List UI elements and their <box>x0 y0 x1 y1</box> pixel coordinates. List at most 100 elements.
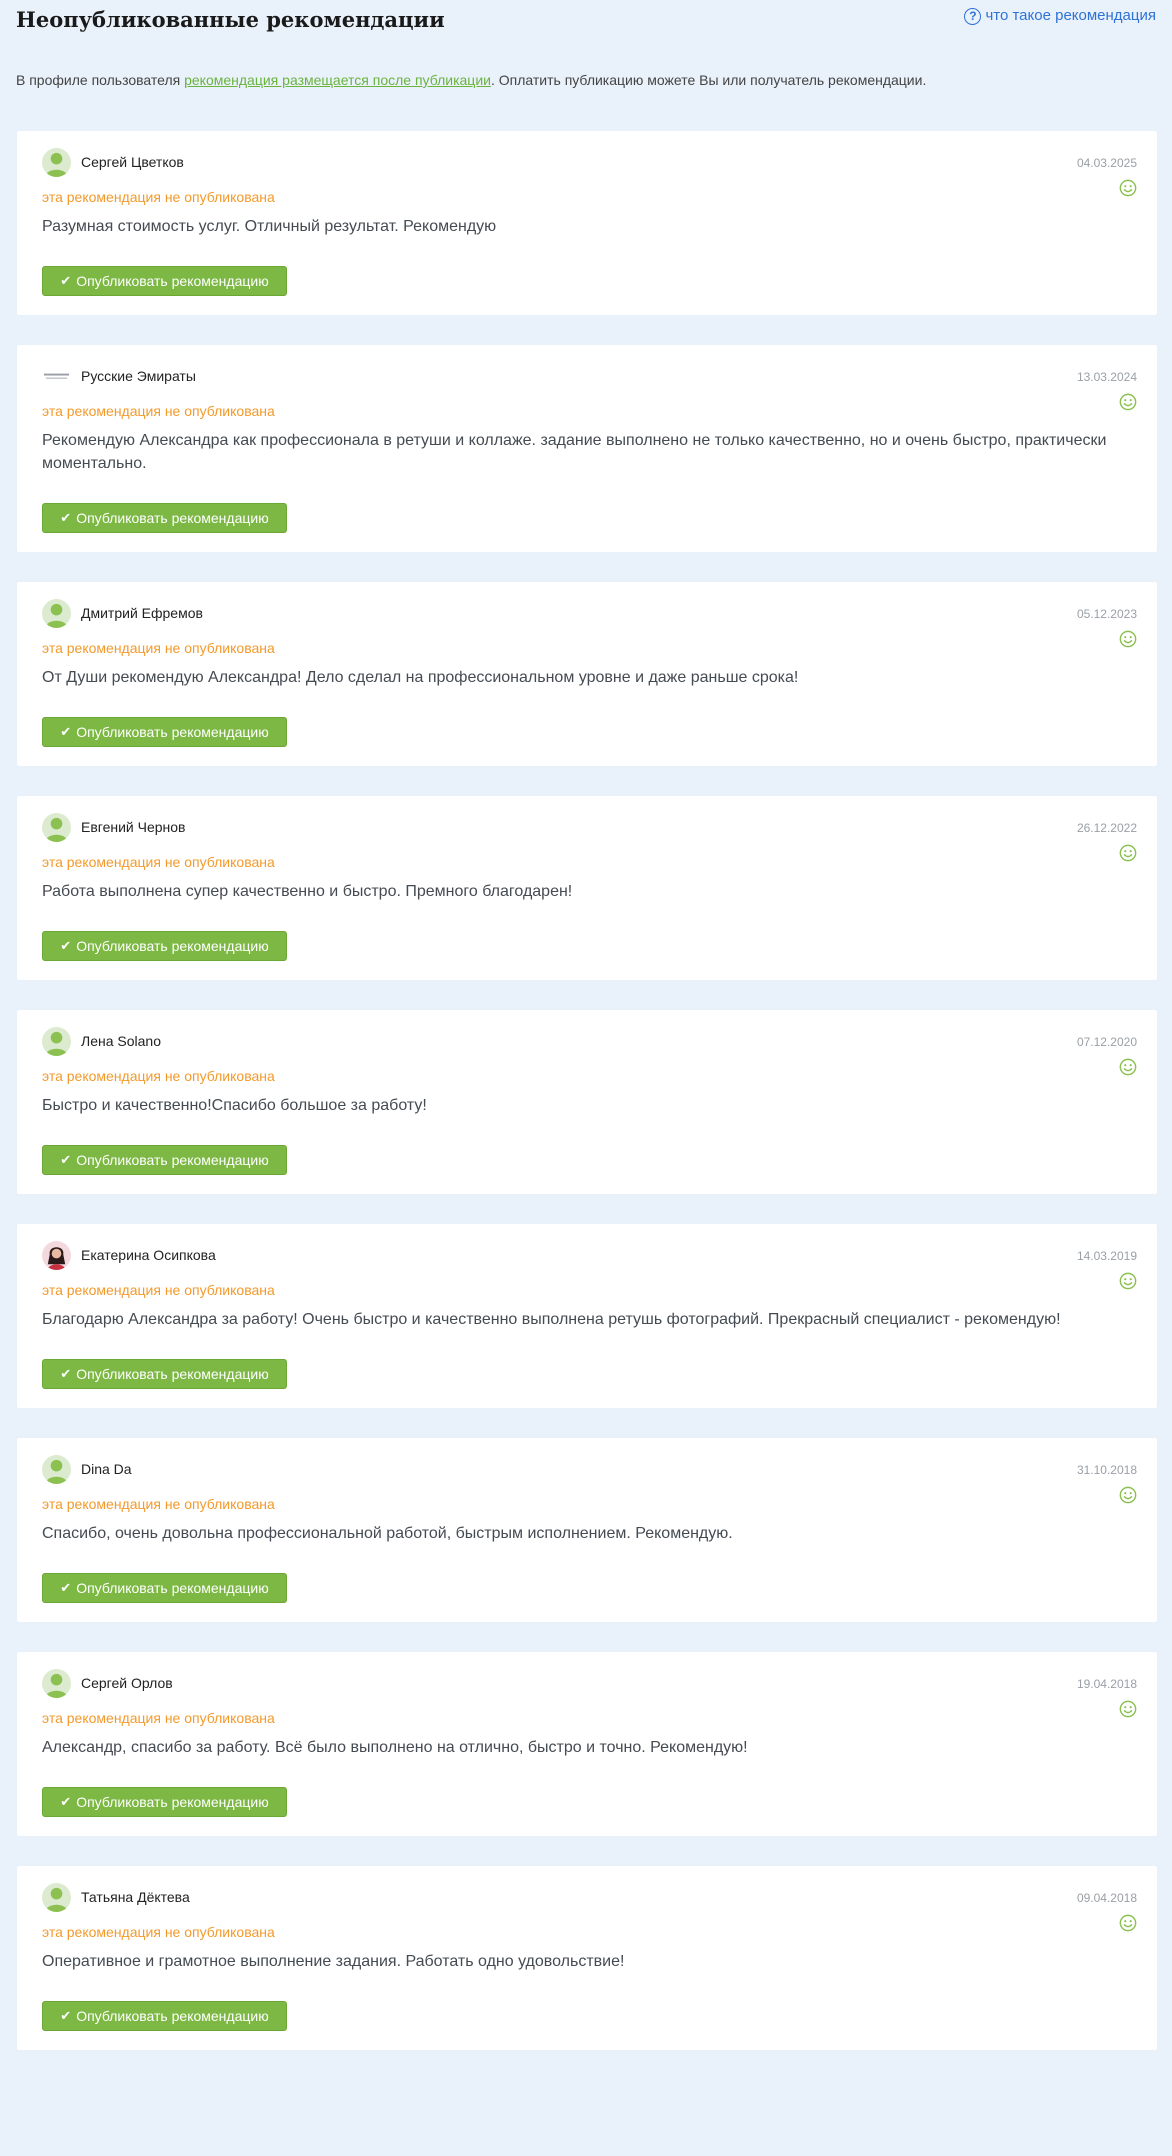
recommendation-card: Дмитрий Ефремов 05.12.2023 эта рекоменда… <box>17 582 1157 766</box>
card-header: Русские Эмираты <box>42 361 1137 391</box>
recommendation-card: Евгений Чернов 26.12.2022 эта рекомендац… <box>17 796 1157 980</box>
default-user-avatar[interactable] <box>42 147 71 177</box>
default-user-avatar[interactable] <box>42 812 71 842</box>
check-icon: ✔ <box>60 1366 72 1381</box>
photo-avatar[interactable] <box>42 1240 71 1270</box>
author-name[interactable]: Екатерина Осипкова <box>81 1245 216 1265</box>
recommendation-text: Разумная стоимость услуг. Отличный резул… <box>42 218 497 235</box>
check-icon: ✔ <box>60 273 72 288</box>
author-name[interactable]: Русские Эмираты <box>81 366 196 386</box>
intro-link[interactable]: рекомендация размещается после публикаци… <box>184 72 491 88</box>
default-user-avatar[interactable] <box>42 1026 71 1056</box>
author-name[interactable]: Dina Da <box>81 1459 132 1479</box>
author-name[interactable]: Евгений Чернов <box>81 817 185 837</box>
publish-button[interactable]: ✔ Опубликовать рекомендацию <box>42 266 287 296</box>
status-badge: эта рекомендация не опубликована <box>42 854 275 870</box>
intro-text: В профиле пользователя рекомендация разм… <box>16 70 926 90</box>
status-badge: эта рекомендация не опубликована <box>42 1496 275 1512</box>
publish-button[interactable]: ✔ Опубликовать рекомендацию <box>42 503 287 533</box>
company-logo-avatar[interactable] <box>42 361 71 391</box>
publish-button-label: Опубликовать рекомендацию <box>76 1366 269 1382</box>
author-name[interactable]: Татьяна Дёктева <box>81 1887 190 1907</box>
default-user-avatar[interactable] <box>42 1668 71 1698</box>
author-name[interactable]: Лена Solano <box>81 1031 161 1051</box>
smile-icon <box>1119 844 1137 862</box>
author-name[interactable]: Дмитрий Ефремов <box>81 603 203 623</box>
card-header: Евгений Чернов <box>42 812 1137 842</box>
recommendations-list: Сергей Цветков 04.03.2025 эта рекомендац… <box>17 131 1157 2080</box>
recommendation-date: 14.03.2019 <box>1076 1249 1137 1263</box>
status-badge: эта рекомендация не опубликована <box>42 1710 275 1726</box>
recommendation-text: Спасибо, очень довольна профессиональной… <box>42 1525 733 1542</box>
smile-icon <box>1119 1272 1137 1290</box>
publish-button[interactable]: ✔ Опубликовать рекомендацию <box>42 1145 287 1175</box>
check-icon: ✔ <box>60 1794 72 1809</box>
check-icon: ✔ <box>60 510 72 525</box>
question-circle-icon: ? <box>964 7 982 25</box>
smile-icon <box>1119 1486 1137 1504</box>
recommendation-text: Александр, спасибо за работу. Всё было в… <box>42 1739 748 1756</box>
recommendation-text: От Души рекомендую Александра! Дело сдел… <box>42 669 799 686</box>
status-badge: эта рекомендация не опубликована <box>42 403 275 419</box>
check-icon: ✔ <box>60 2008 72 2023</box>
check-icon: ✔ <box>60 1152 72 1167</box>
recommendation-date: 04.03.2025 <box>1076 156 1137 170</box>
publish-button[interactable]: ✔ Опубликовать рекомендацию <box>42 1573 287 1603</box>
smile-icon <box>1119 630 1137 648</box>
recommendation-date: 09.04.2018 <box>1076 1891 1137 1905</box>
publish-button-label: Опубликовать рекомендацию <box>76 1794 269 1810</box>
recommendation-date: 07.12.2020 <box>1076 1035 1137 1049</box>
intro-text-start: В профиле пользователя <box>16 72 185 88</box>
recommendation-date: 31.10.2018 <box>1076 1463 1137 1477</box>
smile-icon <box>1119 179 1137 197</box>
recommendation-card: Екатерина Осипкова 14.03.2019 эта рекоме… <box>17 1224 1157 1408</box>
card-header: Дмитрий Ефремов <box>42 598 1137 628</box>
intro-text-end: . Оплатить публикацию можете Вы или полу… <box>490 72 927 88</box>
publish-button[interactable]: ✔ Опубликовать рекомендацию <box>42 1787 287 1817</box>
status-badge: эта рекомендация не опубликована <box>42 1924 275 1940</box>
status-badge: эта рекомендация не опубликована <box>42 1282 275 1298</box>
publish-button[interactable]: ✔ Опубликовать рекомендацию <box>42 931 287 961</box>
recommendation-text: Оперативное и грамотное выполнение задан… <box>42 1953 625 1970</box>
smile-icon <box>1119 1700 1137 1718</box>
status-badge: эта рекомендация не опубликована <box>42 189 275 205</box>
publish-button-label: Опубликовать рекомендацию <box>76 724 269 740</box>
author-name[interactable]: Сергей Орлов <box>81 1673 173 1693</box>
recommendation-card: Dina Da 31.10.2018 эта рекомендация не о… <box>17 1438 1157 1622</box>
smile-icon <box>1119 393 1137 411</box>
status-badge: эта рекомендация не опубликована <box>42 1068 275 1084</box>
card-header: Сергей Цветков <box>42 147 1137 177</box>
recommendation-card: Лена Solano 07.12.2020 эта рекомендация … <box>17 1010 1157 1194</box>
default-user-avatar[interactable] <box>42 1882 71 1912</box>
help-link[interactable]: ? что такое рекомендация <box>964 6 1156 26</box>
page-title: Неопубликованные рекомендации <box>16 7 445 32</box>
recommendation-date: 26.12.2022 <box>1076 821 1137 835</box>
author-name[interactable]: Сергей Цветков <box>81 152 184 172</box>
recommendation-card: Сергей Орлов 19.04.2018 эта рекомендация… <box>17 1652 1157 1836</box>
publish-button-label: Опубликовать рекомендацию <box>76 510 269 526</box>
check-icon: ✔ <box>60 724 72 739</box>
card-header: Сергей Орлов <box>42 1668 1137 1698</box>
publish-button[interactable]: ✔ Опубликовать рекомендацию <box>42 2001 287 2031</box>
publish-button[interactable]: ✔ Опубликовать рекомендацию <box>42 717 287 747</box>
smile-icon <box>1119 1058 1137 1076</box>
recommendation-card: Татьяна Дёктева 09.04.2018 эта рекоменда… <box>17 1866 1157 2050</box>
publish-button-label: Опубликовать рекомендацию <box>76 938 269 954</box>
recommendation-text: Работа выполнена супер качественно и быс… <box>42 883 573 900</box>
publish-button-label: Опубликовать рекомендацию <box>76 1580 269 1596</box>
recommendation-date: 13.03.2024 <box>1076 370 1137 384</box>
check-icon: ✔ <box>60 938 72 953</box>
recommendation-text: Благодарю Александра за работу! Очень бы… <box>42 1311 1061 1328</box>
check-icon: ✔ <box>60 1580 72 1595</box>
status-badge: эта рекомендация не опубликована <box>42 640 275 656</box>
help-link-label: что такое рекомендация <box>985 7 1156 24</box>
card-header: Татьяна Дёктева <box>42 1882 1137 1912</box>
recommendation-date: 05.12.2023 <box>1076 607 1137 621</box>
recommendation-card: Русские Эмираты 13.03.2024 эта рекоменда… <box>17 345 1157 552</box>
default-user-avatar[interactable] <box>42 1454 71 1484</box>
recommendation-text: Рекомендую Александра как профессионала … <box>42 432 1107 472</box>
publish-button[interactable]: ✔ Опубликовать рекомендацию <box>42 1359 287 1389</box>
default-user-avatar[interactable] <box>42 598 71 628</box>
recommendation-card: Сергей Цветков 04.03.2025 эта рекомендац… <box>17 131 1157 315</box>
publish-button-label: Опубликовать рекомендацию <box>76 273 269 289</box>
